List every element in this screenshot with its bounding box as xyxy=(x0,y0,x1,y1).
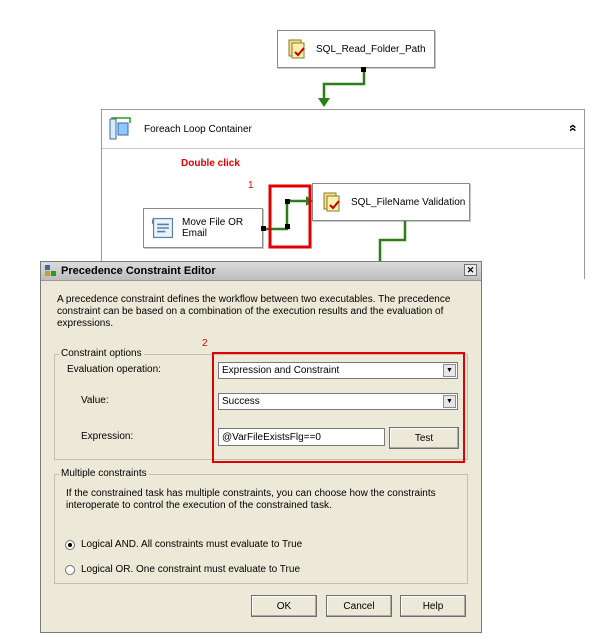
dialog-app-icon xyxy=(45,265,56,276)
multiple-constraints-description: If the constrained task has multiple con… xyxy=(66,488,436,511)
precedence-constraint-editor-dialog: Precedence Constraint Editor ✕ A precede… xyxy=(40,261,482,633)
logical-and-radio[interactable] xyxy=(65,540,75,550)
multiple-constraints-legend: Multiple constraints xyxy=(59,468,149,479)
dialog-titlebar[interactable]: Precedence Constraint Editor ✕ xyxy=(41,262,481,281)
highlight-box-2 xyxy=(212,352,465,463)
logical-or-label[interactable]: Logical OR. One constraint must evaluate… xyxy=(81,564,300,575)
help-button[interactable]: Help xyxy=(400,595,466,617)
logical-and-label[interactable]: Logical AND. All constraints must evalua… xyxy=(81,539,302,550)
step-2-label: 2 xyxy=(202,338,208,349)
constraint-options-legend: Constraint options xyxy=(59,348,144,359)
value-label: Value: xyxy=(81,395,109,406)
evaluation-operation-label: Evaluation operation: xyxy=(67,364,161,375)
cancel-button[interactable]: Cancel xyxy=(326,595,392,617)
dialog-title: Precedence Constraint Editor xyxy=(61,265,216,277)
close-icon[interactable]: ✕ xyxy=(464,264,477,276)
dialog-description: A precedence constraint defines the work… xyxy=(57,294,451,329)
expression-label: Expression: xyxy=(81,431,134,442)
logical-or-radio[interactable] xyxy=(65,565,75,575)
ok-button[interactable]: OK xyxy=(251,595,317,617)
